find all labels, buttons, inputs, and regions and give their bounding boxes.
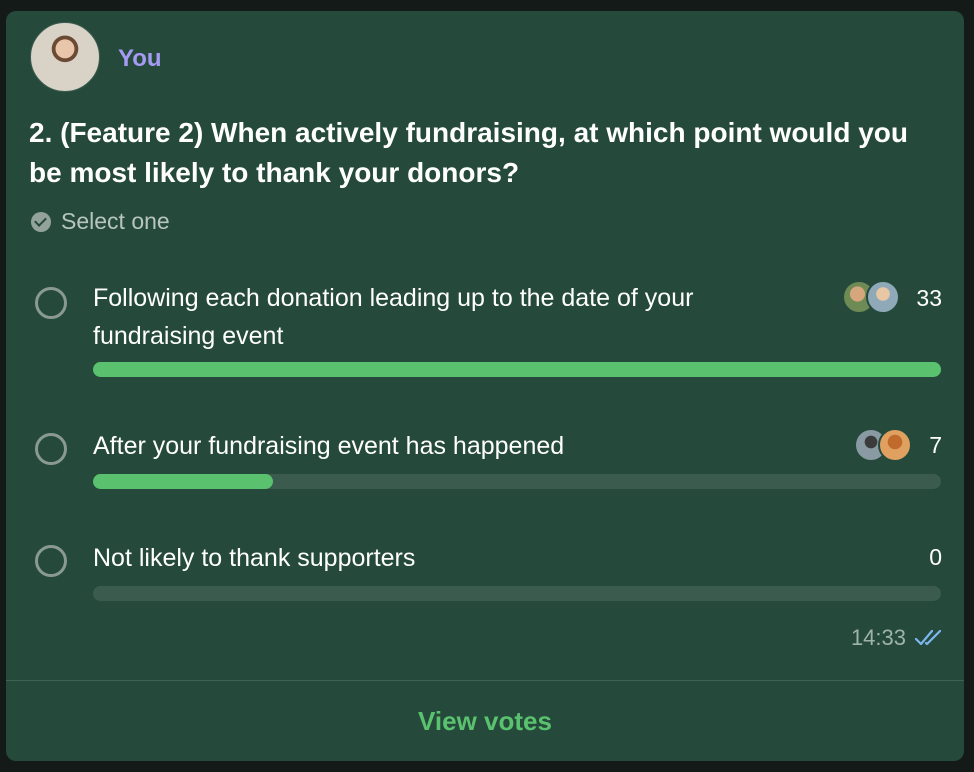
poll-question: 2. (Feature 2) When actively fundraising… bbox=[29, 117, 908, 188]
option-1-voters bbox=[842, 280, 900, 314]
option-1-radio[interactable] bbox=[35, 287, 67, 319]
option-1-bar-fill bbox=[93, 362, 941, 377]
instruction-text: Select one bbox=[61, 208, 170, 234]
option-1-count: 33 bbox=[916, 285, 942, 311]
option-2-radio[interactable] bbox=[35, 433, 67, 465]
message-meta: 14:33 bbox=[851, 625, 944, 651]
voter-avatar bbox=[878, 428, 912, 462]
poll-instruction: Select one bbox=[31, 208, 170, 235]
option-2-bar bbox=[93, 474, 941, 489]
voter-avatar bbox=[866, 280, 900, 314]
view-votes-button[interactable]: View votes bbox=[6, 681, 964, 761]
option-2-voters bbox=[854, 428, 912, 462]
option-2-label: After your fundraising event has happene… bbox=[93, 432, 565, 460]
option-3-bar bbox=[93, 586, 941, 601]
option-1-bar bbox=[93, 362, 941, 377]
option-3-count: 0 bbox=[929, 544, 942, 570]
option-2-bar-fill bbox=[93, 474, 273, 489]
check-circle-icon bbox=[31, 211, 51, 232]
message-time: 14:33 bbox=[850, 625, 906, 650]
option-3-radio[interactable] bbox=[35, 545, 67, 577]
poll-message-card: You 2. (Feature 2) When actively fundrai… bbox=[6, 11, 964, 761]
option-2-count: 7 bbox=[929, 432, 942, 458]
author-name: You bbox=[118, 45, 162, 72]
option-1-label: Following each donation leading up to th… bbox=[93, 284, 694, 350]
double-check-icon bbox=[914, 629, 942, 646]
avatar[interactable] bbox=[30, 22, 100, 92]
option-3-label: Not likely to thank supporters bbox=[93, 544, 416, 572]
